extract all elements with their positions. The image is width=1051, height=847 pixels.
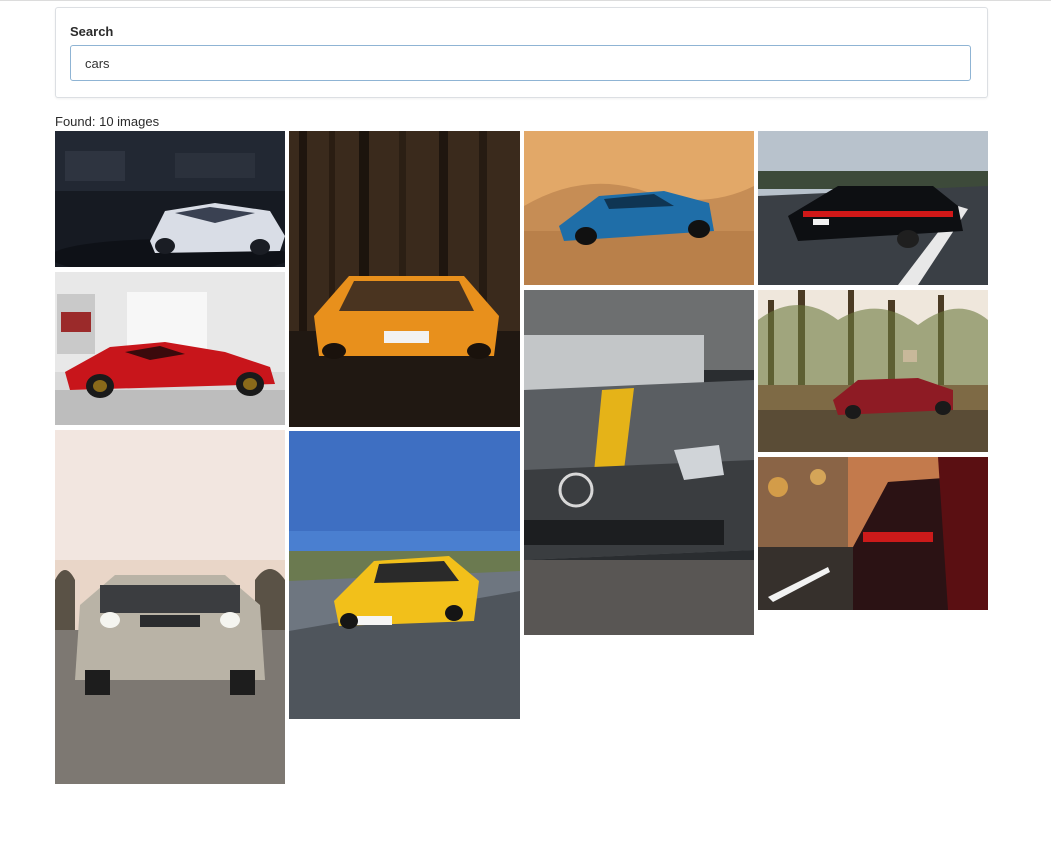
image-tile[interactable] [289, 431, 520, 719]
search-label: Search [70, 24, 114, 39]
car-image [289, 131, 520, 427]
car-image [524, 290, 754, 635]
car-image [289, 431, 520, 719]
top-divider [0, 0, 1051, 1]
image-tile[interactable] [524, 290, 754, 635]
car-image [758, 131, 988, 285]
car-image [55, 430, 285, 784]
search-card: Search [55, 7, 988, 98]
car-image [55, 131, 285, 267]
image-tile[interactable] [289, 131, 520, 427]
image-tile[interactable] [758, 290, 988, 452]
search-input[interactable] [70, 45, 971, 81]
image-tile[interactable] [758, 131, 988, 285]
image-tile[interactable] [55, 272, 285, 425]
results-count: Found: 10 images [55, 114, 160, 129]
car-image [524, 131, 754, 285]
car-image [758, 457, 988, 610]
image-tile[interactable] [55, 430, 285, 784]
car-image [55, 272, 285, 425]
car-image [758, 290, 988, 452]
image-tile[interactable] [55, 131, 285, 267]
image-tile[interactable] [524, 131, 754, 285]
image-tile[interactable] [758, 457, 988, 610]
